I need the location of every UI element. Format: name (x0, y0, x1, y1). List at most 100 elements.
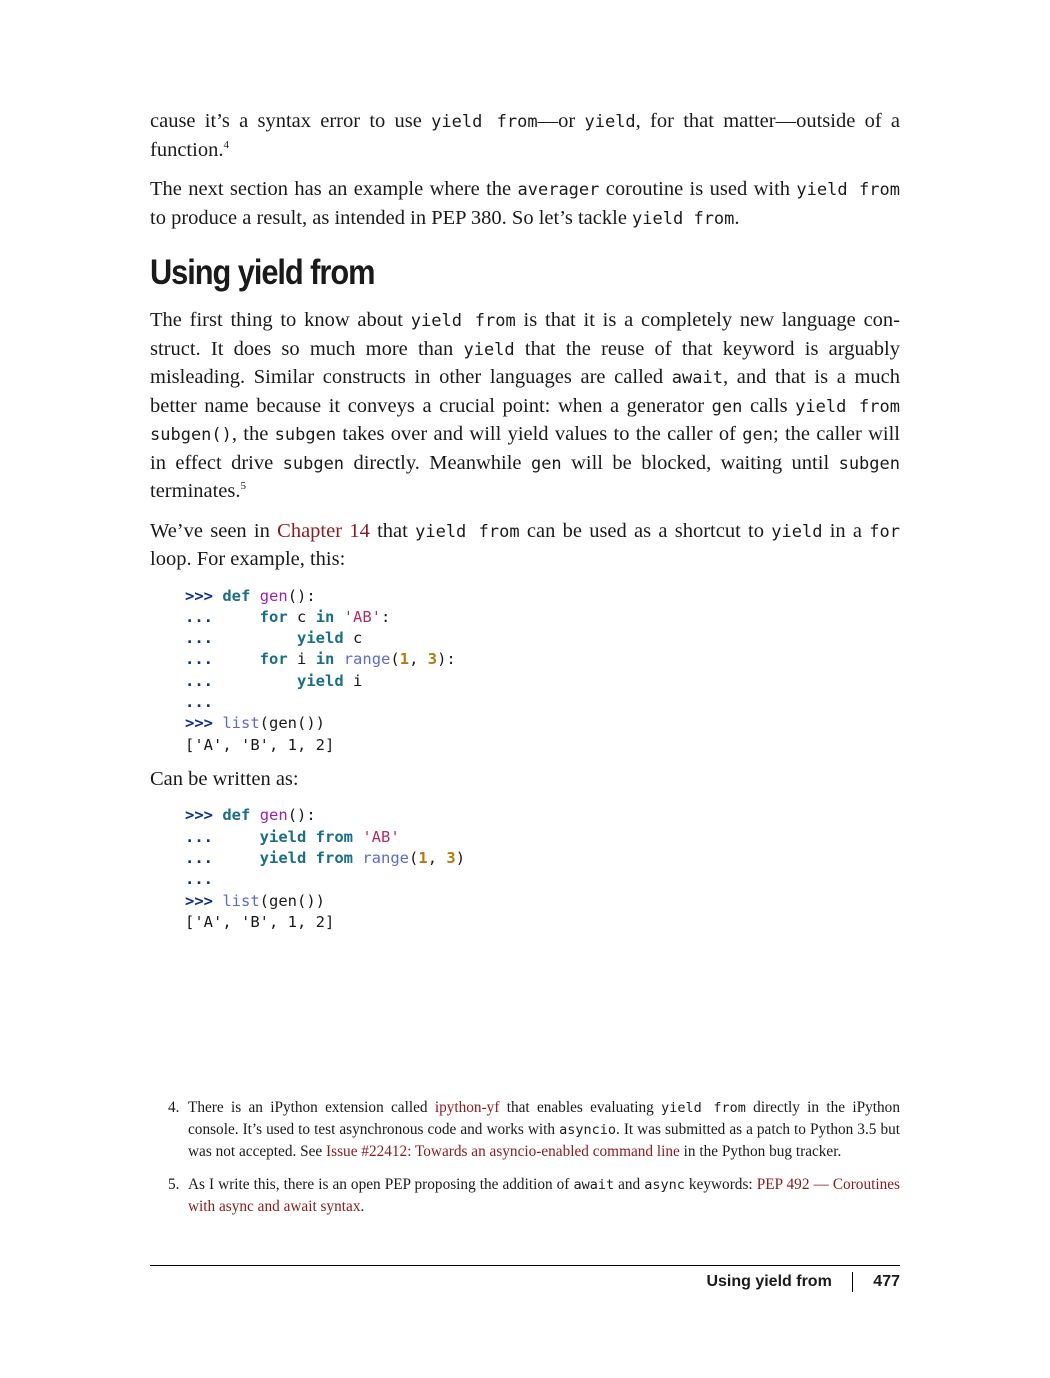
text: calls (742, 394, 796, 417)
text: The next section has an example where th… (150, 178, 518, 200)
builtin: list (222, 714, 260, 733)
text: terminates. (150, 480, 241, 502)
prompt: ... (185, 650, 213, 669)
inline-code: await (573, 1177, 615, 1193)
text: directly. Meanwhile (344, 451, 531, 474)
text: will be blocked, waiting until (561, 451, 839, 474)
text: in the Python bug tracker. (679, 1143, 842, 1160)
text: We’ve seen in (150, 519, 278, 542)
keyword: for (259, 650, 288, 669)
footnote-5: 5. As I write this, there is an open PEP … (150, 1174, 900, 1217)
keyword: yield from (259, 848, 353, 867)
prompt: >>> (185, 891, 213, 910)
variable: i (297, 650, 307, 669)
inline-code: yield from (796, 180, 900, 200)
output: ['A', 'B', 1, 2] (185, 735, 335, 754)
inline-code: yield (771, 521, 823, 542)
text: The first thing to know about (150, 309, 411, 331)
prompt: ... (185, 607, 213, 626)
prompt: ... (185, 848, 213, 867)
running-section-title: Using yield from (706, 1273, 832, 1290)
keyword: in (315, 650, 335, 669)
number: 1 (399, 650, 410, 669)
text: . (360, 1198, 365, 1215)
builtin: list (222, 891, 260, 910)
code-example-1: >>> def gen(): ... for c in 'AB': ... yi… (185, 586, 456, 754)
keyword: yield from (259, 827, 353, 846)
text: keywords: (684, 1176, 757, 1193)
inline-code: gen (530, 453, 562, 474)
inline-code: averager (517, 180, 600, 200)
text: coroutine is used with (599, 178, 797, 200)
footnote-number: 4. (168, 1099, 180, 1116)
inline-code: yield (463, 339, 515, 360)
keyword: for (259, 607, 288, 626)
intro-paragraph-1: cause it’s a syntax error to use yield f… (150, 108, 900, 164)
ipython-yf-link[interactable]: ipython-yf (435, 1099, 500, 1116)
inline-code: asyncio (559, 1122, 616, 1138)
text: that enables evaluating (499, 1099, 662, 1116)
function-name: gen (269, 714, 298, 733)
page-number: 477 (873, 1273, 900, 1290)
punct: (): (287, 806, 316, 825)
footnote-ref-5[interactable]: 5 (241, 480, 247, 492)
inline-code: for (869, 521, 901, 542)
footnotes: 4. There is an iPython extension called i… (150, 1097, 900, 1229)
section-heading: Using yield from (150, 253, 375, 292)
text: in a (822, 519, 870, 542)
keyword: yield (297, 629, 344, 648)
text: loop. For example, this: (150, 548, 346, 570)
punct: : (381, 607, 391, 626)
prompt: ... (185, 692, 213, 711)
prompt: ... (185, 629, 213, 648)
inline-code: yield from (410, 311, 516, 331)
page-body: cause it’s a syntax error to use yield f… (150, 108, 900, 943)
function-name: gen (259, 586, 288, 605)
text: to produce a result, as intended in PEP … (150, 206, 633, 229)
code-example-2: >>> def gen(): ... yield from 'AB' ... y… (185, 806, 466, 931)
keyword: def (222, 806, 251, 825)
function-name: gen (269, 891, 298, 910)
number: 1 (418, 848, 428, 867)
text: —or (537, 110, 585, 132)
text: There is an iPython extension called (188, 1099, 435, 1116)
keyword: def (222, 586, 251, 605)
footnote-ref-4[interactable]: 4 (223, 139, 229, 151)
text: As I write this, there is an open PEP pr… (188, 1176, 574, 1193)
text: and (614, 1176, 645, 1193)
string: 'AB' (343, 607, 382, 626)
prompt: >>> (185, 806, 213, 825)
variable: i (353, 671, 363, 690)
text: can be used as a shortcut to (519, 519, 772, 542)
variable: c (353, 629, 363, 648)
prompt: ... (185, 870, 213, 889)
text: , the (231, 423, 275, 445)
text: cause it’s a syntax error to use (150, 110, 432, 132)
variable: c (297, 607, 307, 626)
prompt: ... (185, 671, 213, 690)
string: 'AB' (362, 827, 400, 846)
number: 3 (446, 848, 456, 867)
keyword: yield (297, 671, 344, 690)
inline-code: subgen (282, 453, 345, 474)
section-paragraph-2: We’ve seen in Chapter 14 that yield from… (150, 518, 900, 574)
prompt: >>> (185, 586, 213, 605)
section-paragraph-3: Can be written as: (150, 767, 299, 790)
inline-code: gen (742, 425, 773, 445)
inline-code: gen (711, 396, 743, 417)
inline-code: async (644, 1177, 685, 1193)
inline-code: subgen (838, 453, 900, 474)
footnote-4: 4. There is an iPython extension called i… (150, 1097, 900, 1162)
footnote-number: 5. (168, 1176, 180, 1193)
inline-code: yield (584, 112, 636, 132)
builtin: range (343, 650, 391, 669)
function-name: gen (259, 806, 288, 825)
chapter-14-link[interactable]: Chapter 14 (277, 520, 370, 542)
issue-22412-link[interactable]: Issue #22412: Towards an asyncio-enabled… (326, 1143, 680, 1160)
prompt: ... (185, 827, 213, 846)
builtin: range (362, 848, 410, 867)
prompt: >>> (185, 714, 213, 733)
inline-code: subgen (274, 425, 337, 445)
punct: (): (287, 586, 316, 605)
footer-rule (150, 1265, 900, 1266)
